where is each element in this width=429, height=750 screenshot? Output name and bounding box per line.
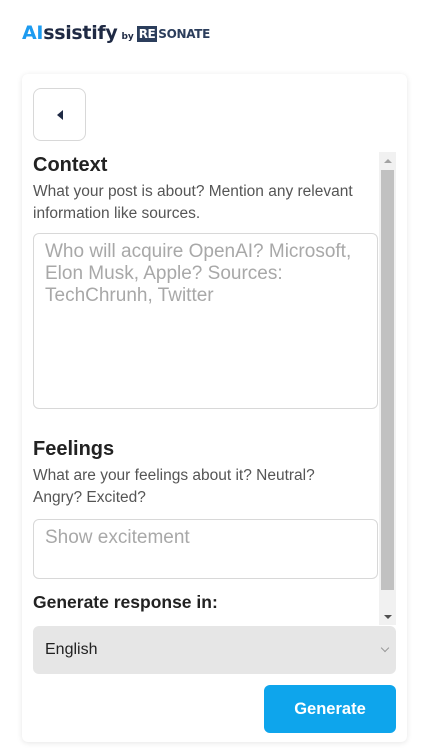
generate-button[interactable]: Generate [264,685,396,733]
main-card: Context What your post is about? Mention… [22,74,407,742]
form-scroll-area[interactable]: Context What your post is about? Mention… [22,152,397,626]
logo-by: by [121,32,134,42]
feelings-title: Feelings [33,438,115,460]
brand-logo-text: SONATE [158,27,211,41]
scroll-down-arrow-icon [383,614,392,619]
scrollbar-up-button[interactable] [379,152,396,169]
logo-ssistify: ssistify [43,22,118,44]
brand-logo-box: RE [136,26,158,42]
brand-logo: RE SONATE [136,26,211,42]
scrollbar[interactable] [379,152,396,625]
back-button[interactable] [33,88,86,141]
language-select[interactable]: English [33,626,396,674]
scrollbar-thumb[interactable] [381,170,394,590]
logo-ai: AI [22,22,44,44]
app-header: AI ssistify by RE SONATE [22,16,210,44]
language-label: Generate response in: [33,592,218,612]
scroll-up-arrow-icon [383,158,392,163]
context-title: Context [33,154,108,176]
back-arrow-icon [56,109,63,120]
context-textarea[interactable] [33,233,378,409]
language-select-value: English [45,641,98,658]
feelings-textarea[interactable] [33,519,378,579]
context-description: What your post is about? Mention any rel… [33,183,353,222]
chevron-down-icon [380,643,390,653]
scrollbar-down-button[interactable] [379,608,396,625]
feelings-description: What are your feelings about it? Neutral… [33,467,315,506]
